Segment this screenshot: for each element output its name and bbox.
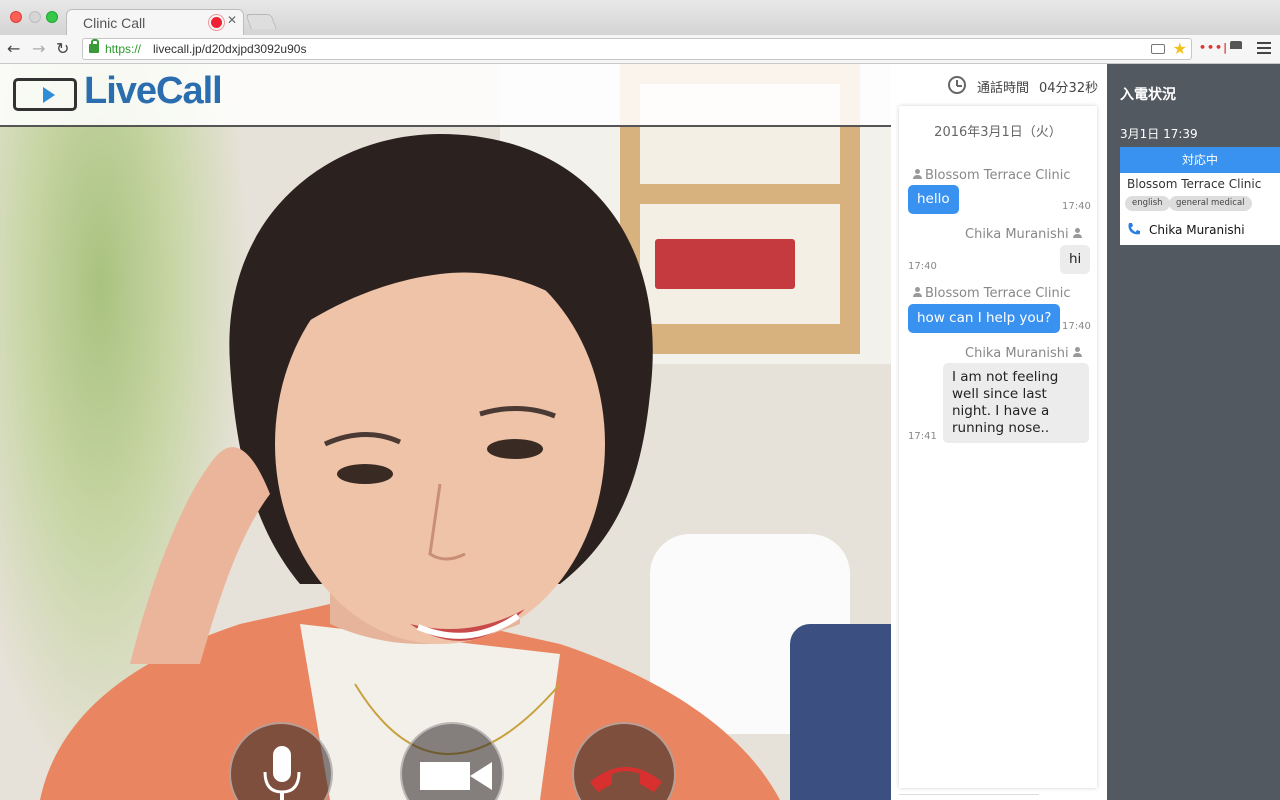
message-time: 17:40: [908, 261, 937, 272]
video-camera-icon: [420, 762, 492, 790]
language-tag: english: [1125, 196, 1170, 211]
user-icon: [1072, 347, 1082, 357]
call-timer-label: 通話時間: [977, 81, 1030, 96]
incoming-status-panel: 入電状況 3月1日 17:39 対応中 Blossom Terrace Clin…: [1107, 64, 1280, 800]
forward-icon[interactable]: →: [32, 39, 45, 58]
recording-icon: [211, 17, 222, 28]
mute-microphone-button[interactable]: [229, 722, 333, 800]
browser-tab[interactable]: Clinic Call ✕: [66, 9, 244, 35]
message-sender: Blossom Terrace Clinic: [909, 168, 1071, 183]
tab-close-icon[interactable]: ✕: [227, 13, 237, 27]
clock-icon: [948, 76, 966, 94]
message-bubble: I am not feeling well since last night. …: [943, 363, 1089, 443]
status-panel-title: 入電状況: [1120, 87, 1176, 103]
message-sender: Chika Muranishi: [965, 346, 1085, 361]
browser-menu-icon[interactable]: [1257, 42, 1271, 54]
livecall-logo-icon: [13, 78, 77, 111]
message-time: 17:40: [1062, 201, 1091, 212]
hang-up-button[interactable]: [572, 722, 676, 800]
message-sender-name: Blossom Terrace Clinic: [925, 286, 1071, 301]
chat-log[interactable]: 2016年3月1日（火） Blossom Terrace Clinic hell…: [899, 106, 1097, 788]
cast-icon[interactable]: [1230, 41, 1242, 49]
bookmark-star-icon[interactable]: ★: [1173, 39, 1187, 58]
call-timer: 通話時間 04分32秒: [891, 64, 1107, 106]
message-sender: Chika Muranishi: [965, 227, 1085, 242]
lock-icon: [89, 39, 99, 53]
call-date: 3月1日 17:39: [1120, 127, 1198, 141]
chat-date: 2016年3月1日（火）: [934, 125, 1062, 140]
message-bubble: hello: [908, 185, 959, 214]
chat-input[interactable]: [899, 794, 1039, 800]
phone-hangup-icon: [590, 767, 662, 792]
caller-name: Chika Muranishi: [1149, 223, 1245, 237]
specialty-tag: general medical: [1169, 196, 1252, 211]
new-tab-button[interactable]: [245, 14, 277, 29]
toggle-camera-button[interactable]: [400, 722, 504, 800]
browser-toolbar: ← → ↻ https:// livecall.jp/d20dxjpd3092u…: [0, 35, 1280, 64]
reload-icon[interactable]: ↻: [56, 39, 69, 58]
call-timer-value: 04分32秒: [1039, 81, 1099, 96]
call-card[interactable]: 対応中 Blossom Terrace Clinic english gener…: [1120, 147, 1280, 245]
message-sender-name: Chika Muranishi: [965, 227, 1069, 242]
camera-permission-icon[interactable]: [1151, 44, 1165, 54]
clinic-name: Blossom Terrace Clinic: [1127, 177, 1262, 191]
chat-panel: 通話時間 04分32秒 2016年3月1日（火） Blossom Terrace…: [891, 64, 1107, 800]
message-sender-name: Blossom Terrace Clinic: [925, 168, 1071, 183]
app-header: LiveCall: [0, 64, 891, 127]
message-time: 17:40: [1062, 321, 1091, 332]
user-icon: [912, 287, 922, 297]
message-bubble: how can I help you?: [908, 304, 1061, 333]
browser-tab-bar: Clinic Call ✕: [0, 0, 1280, 35]
message-time: 17:41: [908, 431, 937, 442]
back-icon[interactable]: ←: [7, 39, 20, 58]
window-maximize-button[interactable]: [46, 11, 58, 23]
window-minimize-button[interactable]: [29, 11, 41, 23]
message-bubble: hi: [1060, 245, 1091, 274]
caller-video-person: [40, 134, 780, 800]
call-status-badge: 対応中: [1120, 147, 1280, 173]
message-sender: Blossom Terrace Clinic: [909, 286, 1071, 301]
url-host: livecall.jp/d20dxjpd3092u90s: [153, 42, 307, 56]
user-icon: [1072, 228, 1082, 238]
window-close-button[interactable]: [10, 11, 22, 23]
tab-title: Clinic Call: [83, 15, 146, 31]
message-sender-name: Chika Muranishi: [965, 346, 1069, 361]
user-icon: [912, 169, 922, 179]
phone-icon: [1128, 223, 1140, 235]
app-logo-text: LiveCall: [84, 70, 223, 112]
address-bar[interactable]: https:// livecall.jp/d20dxjpd3092u90s ★: [82, 38, 1192, 60]
video-feed: [0, 64, 891, 800]
microphone-icon: [263, 746, 301, 800]
extension-icon[interactable]: •••|: [1199, 41, 1228, 54]
url-scheme: https://: [105, 42, 142, 56]
